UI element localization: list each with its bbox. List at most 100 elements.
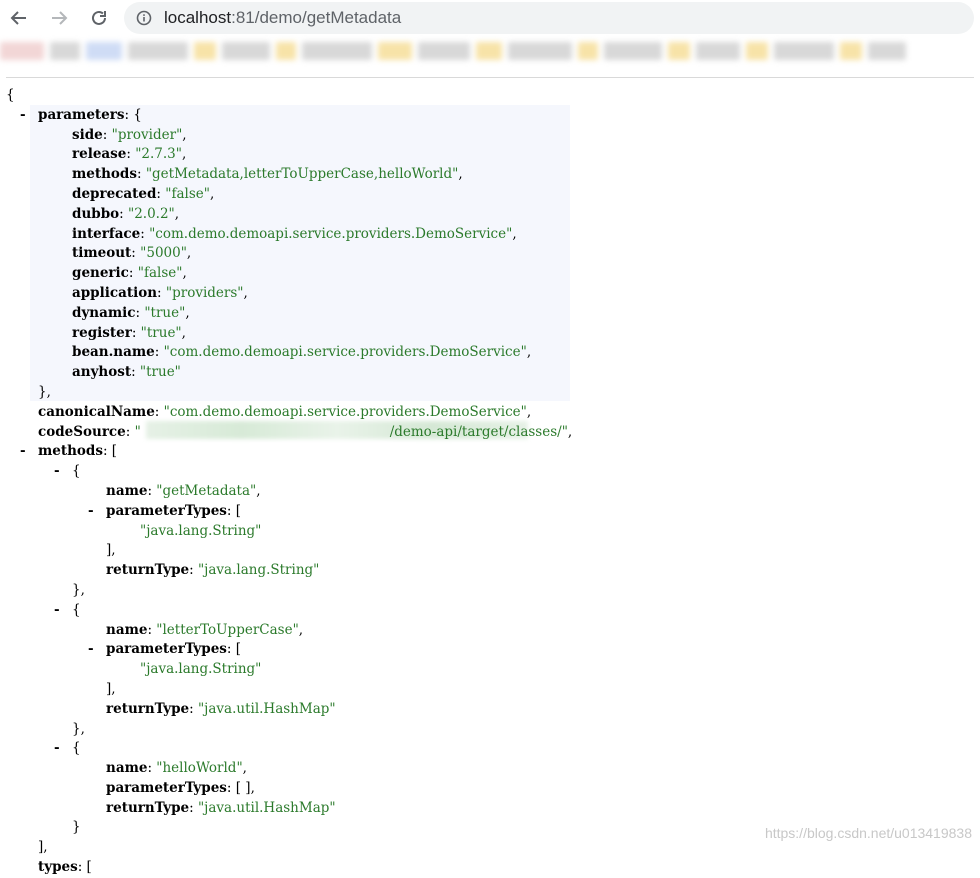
json-line-content: "java.lang.String" (140, 522, 261, 542)
json-colon: : (154, 403, 164, 420)
json-colon: : (189, 700, 198, 717)
json-punctuation: , (526, 403, 532, 420)
json-key: parameters (38, 106, 125, 123)
arrow-left-icon (10, 11, 26, 25)
json-punctuation: , (185, 304, 190, 321)
json-string-value: "2.7.3" (135, 146, 182, 163)
json-string-value: "java.lang.String" (197, 562, 320, 579)
json-key: application (72, 284, 158, 301)
bookmark-item[interactable] (86, 42, 122, 60)
json-key: parameterTypes (106, 641, 227, 658)
json-colon: : (156, 185, 166, 202)
bookmark-item[interactable] (840, 42, 862, 60)
bookmark-item[interactable] (50, 42, 80, 60)
json-line-content: dubbo: "2.0.2", (72, 205, 179, 225)
reload-button[interactable] (86, 5, 112, 31)
json-line-content: canonicalName: "com.demo.demoapi.service… (38, 403, 531, 423)
bookmark-item[interactable] (222, 42, 270, 60)
bookmark-item[interactable] (194, 42, 216, 60)
bookmark-item[interactable] (128, 42, 188, 60)
json-punctuation: { (72, 463, 81, 480)
json-line-content: } (72, 818, 81, 838)
json-key: deprecated (72, 185, 157, 202)
json-line-content: methods: "getMetadata,letterToUpperCase,… (72, 165, 463, 185)
bookmark-item[interactable] (276, 42, 296, 60)
json-line-content: ], (106, 680, 116, 700)
json-line: codeSource: " /demo-api/target/classes/"… (6, 423, 976, 443)
json-line-content: "java.lang.String" (140, 660, 261, 680)
bookmark-item[interactable] (378, 42, 412, 60)
json-viewer: {- parameters: {side: "provider", release:… (6, 86, 976, 878)
collapse-toggle[interactable]: - (54, 601, 60, 621)
json-line-content: bean.name: "com.demo.demoapi.service.pro… (72, 343, 531, 363)
bookmark-item[interactable] (302, 42, 372, 60)
collapse-toggle[interactable]: - (20, 106, 26, 126)
watermark: https://blog.csdn.net/u013419838 (764, 825, 972, 841)
json-punctuation: , (567, 423, 573, 440)
bookmark-item[interactable] (696, 42, 740, 60)
json-key: returnType (106, 700, 190, 717)
json-punctuation: , (181, 324, 186, 341)
json-punctuation: : [ (226, 502, 242, 519)
json-line-content: { (72, 462, 81, 482)
json-line-content: codeSource: " /demo-api/target/classes/"… (38, 423, 572, 443)
json-line: side: "provider", (6, 126, 976, 146)
url-text[interactable]: localhost:81/demo/getMetadata (164, 7, 401, 29)
back-button[interactable] (6, 5, 32, 31)
json-line: { (6, 86, 976, 106)
json-colon: : (154, 344, 164, 361)
bookmark-item[interactable] (774, 42, 834, 60)
json-punctuation: , (256, 482, 261, 499)
json-line-content: returnType: "java.lang.String" (106, 561, 319, 581)
bookmark-item[interactable] (508, 42, 572, 60)
json-line: interface: "com.demo.demoapi.service.pro… (6, 225, 976, 245)
json-line: types: [ (6, 858, 976, 878)
bookmark-item[interactable] (746, 42, 768, 60)
json-line: parameterTypes: [ ], (6, 779, 976, 799)
json-line-content: { (6, 86, 15, 106)
collapse-toggle[interactable]: - (88, 502, 94, 522)
json-key: generic (72, 265, 129, 282)
bookmark-item[interactable] (476, 42, 502, 60)
json-line-content: parameters: { (38, 106, 142, 126)
json-line: release: "2.7.3", (6, 145, 976, 165)
json-line: returnType: "java.util.HashMap" (6, 799, 976, 819)
json-string-value: "com.demo.demoapi.service.providers.Demo… (163, 403, 527, 420)
json-punctuation: : [ (102, 443, 118, 460)
bookmark-item[interactable] (868, 42, 906, 60)
bookmark-item[interactable] (604, 42, 662, 60)
json-key: dynamic (72, 304, 136, 321)
json-line-content: ], (106, 541, 116, 561)
collapse-toggle[interactable]: - (20, 442, 26, 462)
json-line-content: { (72, 601, 81, 621)
collapse-toggle[interactable]: - (88, 640, 94, 660)
reload-icon (92, 10, 106, 25)
json-key: dubbo (72, 205, 120, 222)
json-colon: : (131, 324, 141, 341)
json-colon: : (131, 364, 140, 381)
json-string-value: "true" (139, 364, 181, 381)
json-line-content: types: [ (38, 858, 92, 878)
forward-button[interactable] (46, 5, 72, 31)
json-punctuation: { (72, 601, 81, 618)
info-icon[interactable] (136, 10, 152, 26)
json-punctuation: } (72, 819, 81, 836)
bookmark-item[interactable] (578, 42, 598, 60)
json-key: returnType (106, 562, 190, 579)
bookmark-item[interactable] (668, 42, 690, 60)
json-colon: : (147, 760, 157, 777)
json-string-value: "com.demo.demoapi.service.providers.Demo… (149, 225, 513, 242)
address-bar[interactable]: localhost:81/demo/getMetadata (124, 2, 974, 34)
json-line: }, (6, 383, 976, 403)
bookmark-item[interactable] (418, 42, 470, 60)
json-key: codeSource (38, 423, 126, 440)
json-line-content: timeout: "5000", (72, 244, 191, 264)
collapse-toggle[interactable]: - (54, 462, 60, 482)
json-line: dynamic: "true", (6, 304, 976, 324)
collapse-toggle[interactable]: - (54, 739, 60, 759)
bookmark-item[interactable] (0, 42, 44, 60)
json-string-value: "getMetadata,letterToUpperCase,helloWorl… (145, 166, 459, 183)
json-punctuation: : [ ], (226, 779, 255, 796)
json-key: name (106, 621, 148, 638)
json-line: bean.name: "com.demo.demoapi.service.pro… (6, 343, 976, 363)
